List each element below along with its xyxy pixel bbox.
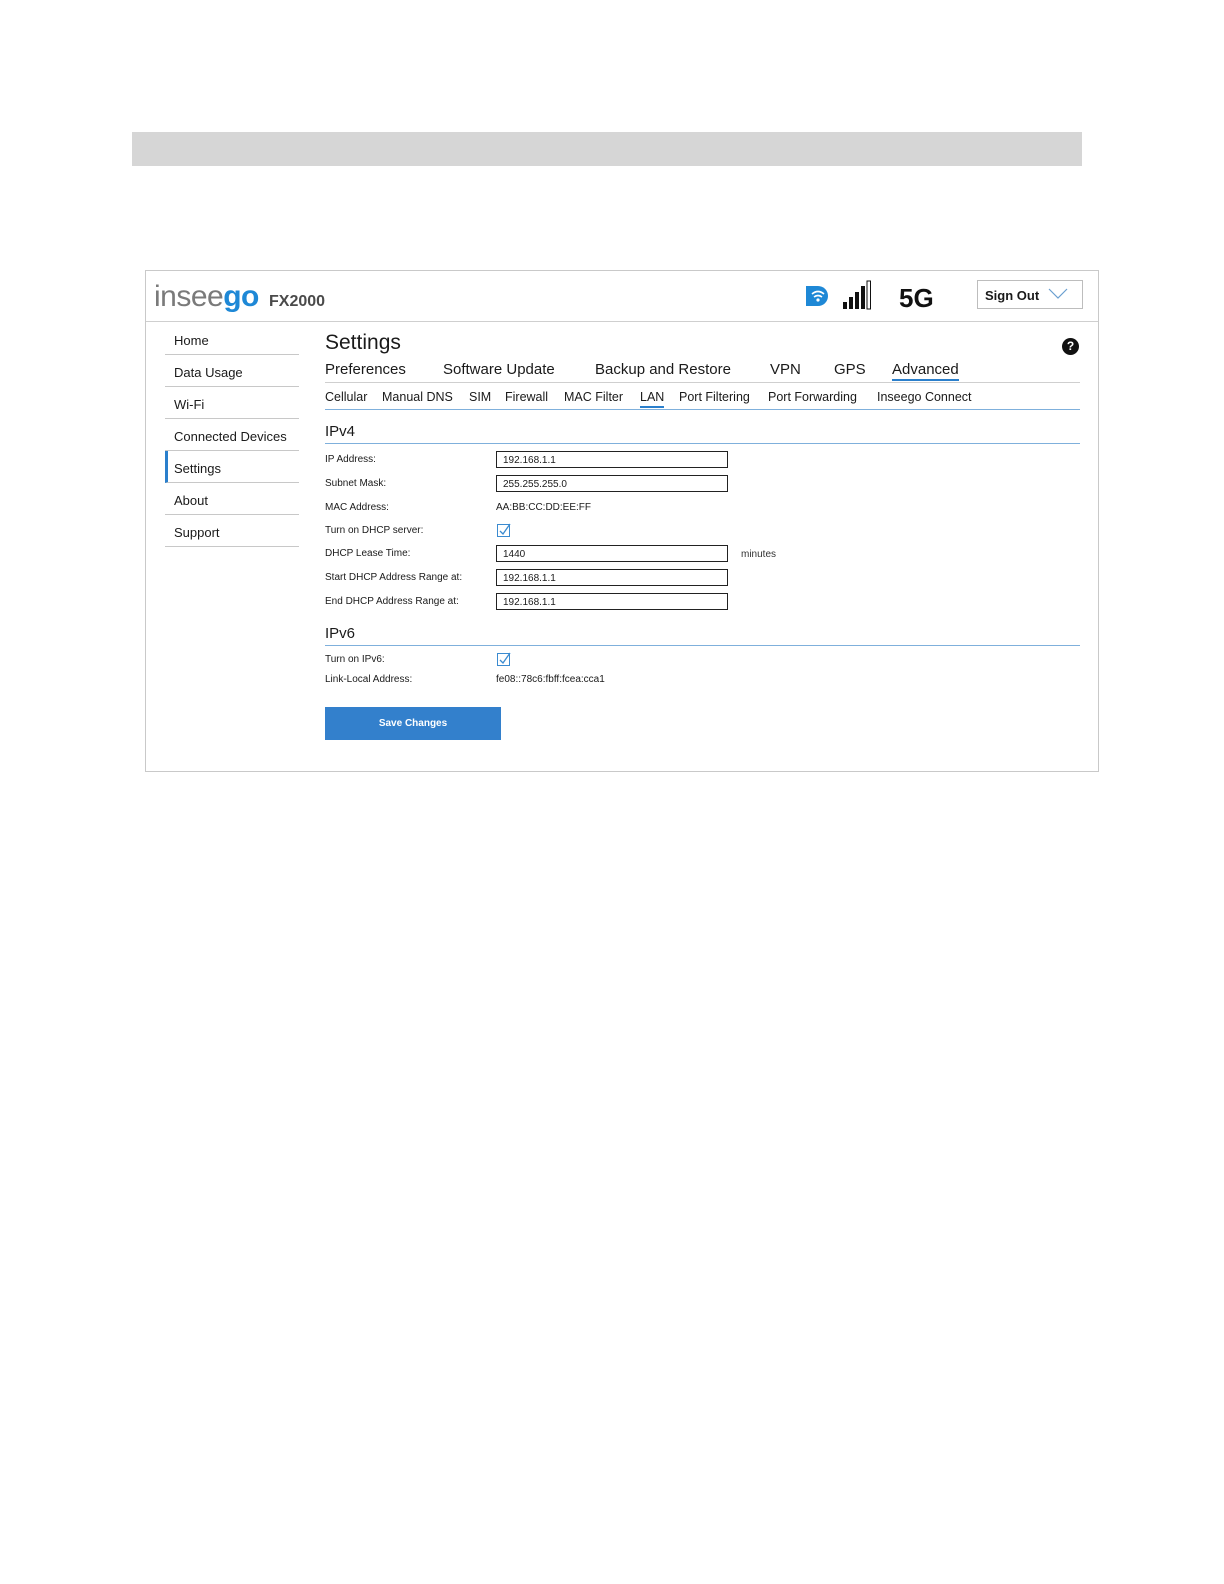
document-header-bar — [132, 132, 1082, 166]
tab-advanced[interactable]: Advanced — [892, 361, 959, 381]
tab-software-update[interactable]: Software Update — [443, 361, 555, 378]
logo-text: insee — [154, 280, 224, 313]
ipv4-divider — [325, 443, 1080, 444]
network-type-indicator: 5G — [899, 283, 934, 313]
device-model: FX2000 — [269, 293, 326, 310]
subtab-port-filtering[interactable]: Port Filtering — [679, 390, 750, 404]
subtab-firewall[interactable]: Firewall — [505, 390, 548, 404]
lease-time-input[interactable] — [496, 545, 728, 562]
subnet-mask-input[interactable] — [496, 475, 728, 492]
sidebar-item-settings[interactable]: Settings — [165, 451, 299, 483]
sign-out-button[interactable]: Sign Out — [977, 280, 1083, 309]
subtab-inseego-connect[interactable]: Inseego Connect — [877, 390, 972, 404]
sidebar-nav: Home Data Usage Wi-Fi Connected Devices … — [165, 323, 299, 547]
save-changes-button[interactable]: Save Changes — [325, 707, 501, 740]
subnet-mask-label: Subnet Mask: — [325, 478, 387, 489]
logo-text-accent: go — [223, 280, 259, 313]
tab-gps[interactable]: GPS — [834, 361, 866, 378]
chevron-down-icon — [1048, 288, 1068, 300]
sidebar-item-data-usage[interactable]: Data Usage — [165, 355, 299, 387]
start-range-input[interactable] — [496, 569, 728, 586]
subtab-port-forwarding[interactable]: Port Forwarding — [768, 390, 857, 404]
lease-time-label: DHCP Lease Time: — [325, 548, 411, 559]
sidebar-item-home[interactable]: Home — [165, 323, 299, 355]
inseego-logo: inseego — [154, 279, 259, 315]
ipv6-heading: IPv6 — [325, 625, 356, 642]
sidebar-item-connected-devices[interactable]: Connected Devices — [165, 419, 299, 451]
subtab-sim[interactable]: SIM — [469, 390, 491, 404]
end-range-input[interactable] — [496, 593, 728, 610]
subtab-mac-filter[interactable]: MAC Filter — [564, 390, 623, 404]
ip-address-input[interactable] — [496, 451, 728, 468]
tab-backup-restore[interactable]: Backup and Restore — [595, 361, 731, 378]
dhcp-server-checkbox[interactable] — [497, 523, 511, 537]
help-icon[interactable]: ? — [1062, 338, 1079, 355]
start-range-label: Start DHCP Address Range at: — [325, 572, 463, 583]
checkmark-icon — [499, 523, 511, 536]
end-range-label: End DHCP Address Range at: — [325, 596, 459, 607]
wifi-status-icon — [804, 284, 830, 308]
link-local-value: fe08::78c6:fbff:fcea:cca1 — [496, 674, 605, 685]
ipv6-divider — [325, 645, 1080, 646]
tab-vpn[interactable]: VPN — [770, 361, 801, 378]
signal-strength-icon — [842, 280, 872, 310]
top-header: inseego FX2000 5G Sign Out — [146, 271, 1098, 322]
sidebar-item-wifi[interactable]: Wi-Fi — [165, 387, 299, 419]
subtab-cellular[interactable]: Cellular — [325, 390, 367, 404]
router-admin-window: inseego FX2000 5G Sign Out Home Data Usa… — [145, 270, 1099, 772]
page-title: Settings — [325, 331, 401, 354]
lease-time-unit: minutes — [741, 549, 777, 560]
ipv4-heading: IPv4 — [325, 423, 356, 440]
subtab-lan[interactable]: LAN — [640, 390, 665, 408]
ip-address-label: IP Address: — [325, 454, 376, 465]
advanced-subtabs: Cellular Manual DNS SIM Firewall MAC Fil… — [325, 389, 1080, 410]
ipv6-checkbox[interactable] — [497, 652, 511, 666]
checkmark-icon — [499, 652, 511, 665]
sign-out-label: Sign Out — [985, 288, 1040, 303]
settings-tabs: Preferences Software Update Backup and R… — [325, 361, 1080, 383]
mac-address-label: MAC Address: — [325, 502, 389, 513]
mac-address-value: AA:BB:CC:DD:EE:FF — [496, 502, 592, 513]
sidebar-item-support[interactable]: Support — [165, 515, 299, 547]
link-local-label: Link-Local Address: — [325, 674, 413, 685]
dhcp-server-label: Turn on DHCP server: — [325, 525, 424, 536]
sidebar-item-about[interactable]: About — [165, 483, 299, 515]
subtab-manual-dns[interactable]: Manual DNS — [382, 390, 453, 404]
tab-preferences[interactable]: Preferences — [325, 361, 406, 378]
turn-on-ipv6-label: Turn on IPv6: — [325, 654, 385, 665]
